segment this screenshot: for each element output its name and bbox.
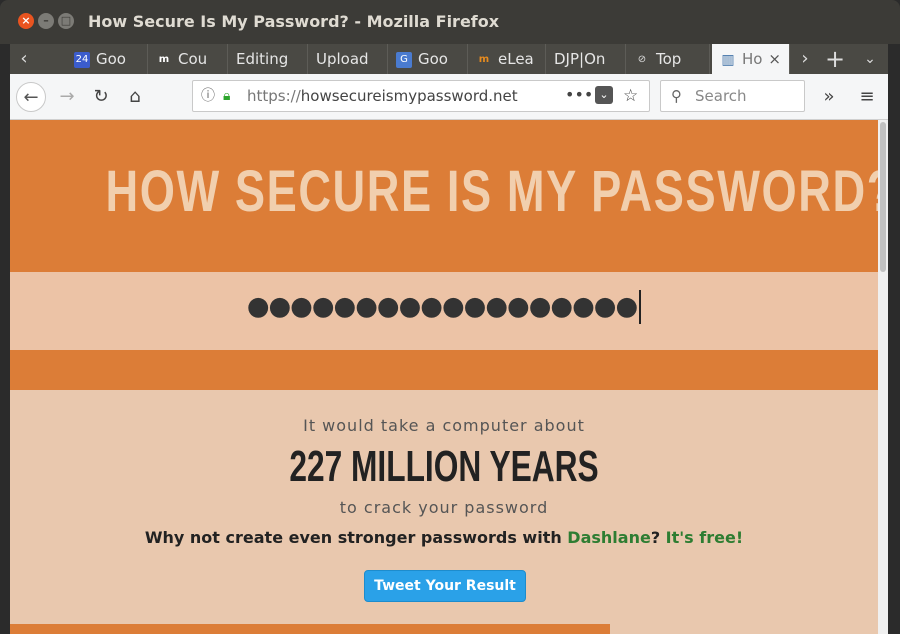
search-bar[interactable]: ⚲ Search [660,80,805,112]
tab-1[interactable]: 24 Goo [66,44,148,74]
url-host: howsecureismypassword.net [300,87,518,105]
list-tabs-chevron-down-icon[interactable]: ⌄ [856,44,884,74]
window-close-button[interactable]: × [18,13,34,29]
tab-label: Ho [742,50,763,68]
lock-icon: 🔒︎ [223,88,231,104]
result-lead-text: It would take a computer about [303,416,585,435]
tweet-result-button[interactable]: Tweet Your Result [364,570,526,602]
tab-7[interactable]: DJP|On [546,44,626,74]
result-panel: It would take a computer about 227 MILLI… [10,390,878,634]
password-input[interactable]: ●●●●●●●●●●●●●●●●●● [10,290,878,324]
info-icon[interactable]: ⓘ [201,81,215,111]
tab-strip: ‹ 24 Goo m Cou Editing Upload G Goo m eLea D… [10,44,888,74]
home-button[interactable]: ⌂ [120,82,150,112]
page-scrollbar[interactable] [878,120,888,634]
reload-button[interactable]: ↻ [86,82,116,112]
new-tab-button[interactable]: + [820,44,850,74]
tab-label: Upload [316,50,369,68]
tab-close-icon[interactable]: × [768,44,781,74]
result-tail-text: to crack your password [339,498,549,517]
web-page: HOW SECURE IS MY PASSWORD? ●●●●●●●●●●●●●… [10,120,878,634]
url-protocol: https:// [247,87,301,105]
crack-time: 227 MILLION YEARS [289,442,599,491]
password-band: ●●●●●●●●●●●●●●●●●● [10,272,878,350]
menu-hamburger-icon[interactable]: ≡ [852,82,882,112]
url-text[interactable]: https://howsecureismypassword.net [247,81,518,111]
tab-4[interactable]: Upload [308,44,388,74]
tab-label: DJP|On [554,50,606,68]
promo-mid: ? [650,528,666,547]
tab-2[interactable]: m Cou [148,44,228,74]
forward-button[interactable]: → [52,82,82,112]
window-titlebar: × – □ How Secure Is My Password? - Mozil… [0,0,900,44]
overflow-chevron-icon[interactable]: » [814,82,844,112]
back-button[interactable]: ← [16,82,46,112]
page-title: HOW SECURE IS MY PASSWORD? [105,159,878,224]
tab-scroll-left-icon[interactable]: ‹ [10,44,38,74]
hero-banner: HOW SECURE IS MY PASSWORD? [10,120,878,272]
tab-label: Top [656,50,682,68]
bookmark-star-icon[interactable]: ☆ [623,81,638,111]
promo-prefix: Why not create even stronger passwords w… [144,528,568,547]
top-site-icon: ⊘ [637,53,647,65]
tab-active[interactable]: ▥ Ho × [712,44,790,74]
google-docs-icon: G [396,51,412,68]
tab-label: Editing [236,50,289,68]
tab-8[interactable]: ⊘ Top [626,44,710,74]
search-icon: ⚲ [671,87,682,105]
page-actions-icon[interactable]: ••• [565,81,593,109]
text-cursor [639,290,642,324]
window-title: How Secure Is My Password? - Mozilla Fir… [88,12,500,31]
scrollbar-thumb[interactable] [880,122,886,272]
tab-label: Goo [96,50,126,68]
bottom-band [10,624,610,634]
promo-text: Why not create even stronger passwords w… [10,528,878,547]
tab-label: eLea [498,50,534,68]
divider-band [10,350,878,390]
tab-label: Cou [178,50,208,68]
navigation-toolbar: ← → ↻ ⌂ ⓘ 🔒︎ https://howsecureismypasswo… [10,74,888,120]
site-favicon-icon: ▥ [721,51,735,68]
window-minimize-button[interactable]: – [38,13,54,29]
search-input[interactable]: Search [695,81,747,111]
tab-scroll-right-icon[interactable]: › [794,44,816,74]
dashlane-link[interactable]: Dashlane [567,528,651,547]
tab-5[interactable]: G Goo [388,44,468,74]
pocket-icon[interactable]: ⌄ [595,86,613,104]
calendar-icon: 24 [74,51,90,68]
moodle-icon: m [478,53,490,65]
tab-label: Goo [418,50,448,68]
tab-3[interactable]: Editing [228,44,308,74]
window-maximize-button[interactable]: □ [58,13,74,29]
coursera-icon: m [158,53,170,65]
tab-6[interactable]: m eLea [468,44,546,74]
url-bar[interactable]: ⓘ 🔒︎ https://howsecureismypassword.net •… [192,80,650,112]
password-value: ●●●●●●●●●●●●●●●●●● [246,291,638,322]
window-edge [888,44,900,634]
free-link[interactable]: It's free! [666,528,743,547]
